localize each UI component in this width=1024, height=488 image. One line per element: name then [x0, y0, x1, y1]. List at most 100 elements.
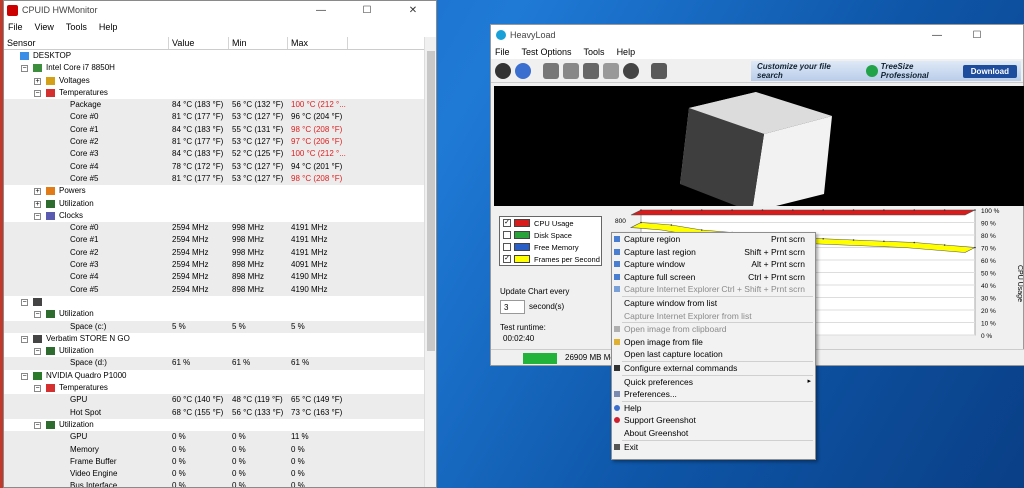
sensor-row[interactable]: Memory 0 % 0 % 0 % [4, 443, 424, 456]
tree-node[interactable]: − [4, 296, 424, 308]
scroll-thumb[interactable] [427, 51, 435, 351]
expand-toggle[interactable]: + [34, 200, 41, 208]
tree-node[interactable]: − Temperatures [4, 87, 424, 99]
legend-item-disk-space[interactable]: Disk Space [500, 229, 601, 241]
menu-item-tools[interactable]: Tools [584, 47, 605, 57]
sensor-row[interactable]: Core #3 2594 MHz 898 MHz 4091 MHz [4, 259, 424, 272]
sensor-row[interactable]: Core #0 81 °C (177 °F) 53 °C (127 °F) 96 °C… [4, 111, 424, 124]
legend-checkbox[interactable]: ✓ [503, 255, 511, 263]
menu-item-quick-preferences[interactable]: Quick preferences ▸ [612, 376, 815, 389]
menu-item-exit[interactable]: Exit [612, 441, 815, 454]
menu-item-help[interactable]: Help [617, 47, 636, 57]
close-button[interactable]: ✕ [390, 5, 436, 16]
menu-item-configure-external-commands[interactable]: Configure external commands [612, 362, 815, 375]
sensor-row[interactable]: Core #2 81 °C (177 °F) 53 °C (127 °F) 97 °C… [4, 136, 424, 149]
tree-node[interactable]: + Voltages [4, 75, 424, 87]
maximize-button[interactable]: ☐ [344, 5, 390, 16]
expand-toggle[interactable]: − [34, 348, 41, 356]
expand-toggle[interactable]: − [21, 65, 28, 73]
sensor-row[interactable]: Core #1 84 °C (183 °F) 55 °C (131 °F) 98 °C… [4, 123, 424, 137]
menu-item-capture-region[interactable]: Capture region Prnt scrn [612, 233, 815, 246]
vertical-scrollbar[interactable] [424, 37, 436, 487]
user-icon[interactable] [623, 62, 639, 79]
sensor-row[interactable]: Package 84 °C (183 °F) 56 °C (132 °F) 100 °… [4, 99, 424, 112]
menu-item-capture-window-from-list[interactable]: Capture window from list [612, 297, 815, 310]
col-value[interactable]: Value [169, 37, 229, 49]
tree-node[interactable]: − Temperatures [4, 382, 424, 394]
memory-test-icon[interactable] [583, 62, 599, 79]
menu-item-open-image-from-file[interactable]: Open image from file [612, 336, 815, 349]
disk-test-icon[interactable] [603, 62, 619, 79]
legend-checkbox[interactable] [503, 243, 511, 251]
menu-item-open-last-capture-location[interactable]: Open last capture location [612, 348, 815, 361]
col-sensor[interactable]: Sensor [4, 37, 169, 49]
menu-item-test-options[interactable]: Test Options [522, 47, 572, 57]
minimize-button[interactable]: — [298, 5, 344, 16]
hl-titlebar[interactable]: HeavyLoad — ☐ [491, 25, 1023, 45]
expand-toggle[interactable]: − [21, 298, 28, 306]
sensor-row[interactable]: Video Engine 0 % 0 % 0 % [4, 468, 424, 481]
menu-item-capture-last-region[interactable]: Capture last region Shift + Prnt scrn [612, 246, 815, 259]
expand-toggle[interactable]: − [34, 311, 41, 319]
sensor-row[interactable]: Core #5 2594 MHz 898 MHz 4190 MHz [4, 283, 424, 296]
legend-item-cpu-usage[interactable]: ✓ CPU Usage [500, 217, 601, 229]
cpu-test-icon[interactable] [543, 62, 559, 79]
menu-item-help[interactable]: Help [612, 402, 815, 415]
tree-node[interactable]: − Verbatim STORE N GO [4, 333, 424, 345]
ad-banner[interactable]: Customize your file search TreeSize Prof… [751, 61, 1021, 81]
sensor-row[interactable]: Space (d:) 61 % 61 % 61 % [4, 357, 424, 370]
menu-item-capture-window[interactable]: Capture window Alt + Prnt scrn [612, 258, 815, 271]
legend-checkbox[interactable]: ✓ [503, 219, 511, 227]
sensor-row[interactable]: Core #4 78 °C (172 °F) 53 °C (127 °F) 94 °C… [4, 160, 424, 173]
gpu-test-icon[interactable] [563, 62, 579, 79]
expand-toggle[interactable]: − [34, 89, 41, 97]
sensor-row[interactable]: Core #5 81 °C (177 °F) 53 °C (127 °F) 98 °C… [4, 172, 424, 186]
menu-item-support-greenshot[interactable]: Support Greenshot [612, 414, 815, 427]
tree-node[interactable]: DESKTOP [4, 50, 424, 62]
tree-node[interactable]: − Clocks [4, 210, 424, 222]
stop-icon[interactable] [515, 62, 531, 79]
expand-toggle[interactable]: − [34, 385, 41, 393]
tree-node[interactable]: + Utilization [4, 198, 424, 210]
expand-toggle[interactable]: − [21, 335, 28, 343]
sensor-row[interactable]: Frame Buffer 0 % 0 % 0 % [4, 455, 424, 469]
sensor-row[interactable]: Core #2 2594 MHz 998 MHz 4191 MHz [4, 246, 424, 260]
download-button[interactable]: Download [962, 64, 1017, 78]
legend-checkbox[interactable] [503, 231, 511, 239]
expand-toggle[interactable]: + [34, 188, 41, 196]
tree-node[interactable]: − NVIDIA Quadro P1000 [4, 370, 424, 382]
col-min[interactable]: Min [229, 37, 288, 49]
tree-node[interactable]: − Utilization [4, 419, 424, 431]
tree-node[interactable]: − Intel Core i7 8850H [4, 62, 424, 74]
sensor-row[interactable]: Core #1 2594 MHz 998 MHz 4191 MHz [4, 234, 424, 247]
sensor-row[interactable]: GPU 0 % 0 % 11 % [4, 431, 424, 444]
menu-item-file[interactable]: File [495, 47, 510, 57]
expand-toggle[interactable]: − [34, 212, 41, 220]
menu-item-open-image-from-clipboard[interactable]: Open image from clipboard [612, 323, 815, 336]
menu-item-about-greenshot[interactable]: About Greenshot [612, 427, 815, 440]
menu-item-capture-full-screen[interactable]: Capture full screen Ctrl + Prnt scrn [612, 271, 815, 284]
legend-item-free-memory[interactable]: Free Memory [500, 241, 601, 253]
sensor-row[interactable]: Hot Spot 68 °C (155 °F) 56 °C (133 °F) 73 °… [4, 406, 424, 419]
tree-node[interactable]: + Powers [4, 185, 424, 197]
sensor-row[interactable]: Core #3 84 °C (183 °F) 52 °C (125 °F) 100 °… [4, 148, 424, 161]
legend-item-frames-per-second[interactable]: ✓ Frames per Second [500, 253, 601, 265]
sensor-row[interactable]: Space (c:) 5 % 5 % 5 % [4, 320, 424, 333]
menu-item-capture-internet-explorer-from-list[interactable]: Capture Internet Explorer from list [612, 310, 815, 323]
expand-toggle[interactable]: + [34, 77, 41, 85]
hl-minimize-button[interactable]: — [917, 30, 957, 41]
hl-maximize-button[interactable]: ☐ [957, 30, 997, 41]
menu-item-file[interactable]: File [8, 22, 23, 32]
update-interval-input[interactable]: 3 [500, 300, 525, 314]
hwm-titlebar[interactable]: CPUID HWMonitor — ☐ ✕ [4, 1, 436, 19]
col-max[interactable]: Max [288, 37, 348, 49]
menu-item-capture-internet-explorer[interactable]: Capture Internet Explorer Ctrl + Shift + … [612, 283, 815, 296]
expand-toggle[interactable]: − [21, 372, 28, 380]
menu-item-view[interactable]: View [35, 22, 54, 32]
menu-item-help[interactable]: Help [99, 22, 118, 32]
menu-item-tools[interactable]: Tools [66, 22, 87, 32]
hl-close-button[interactable] [997, 30, 1023, 41]
expand-toggle[interactable]: − [34, 421, 41, 429]
sensor-row[interactable]: Core #4 2594 MHz 898 MHz 4190 MHz [4, 271, 424, 284]
play-icon[interactable] [495, 62, 511, 79]
